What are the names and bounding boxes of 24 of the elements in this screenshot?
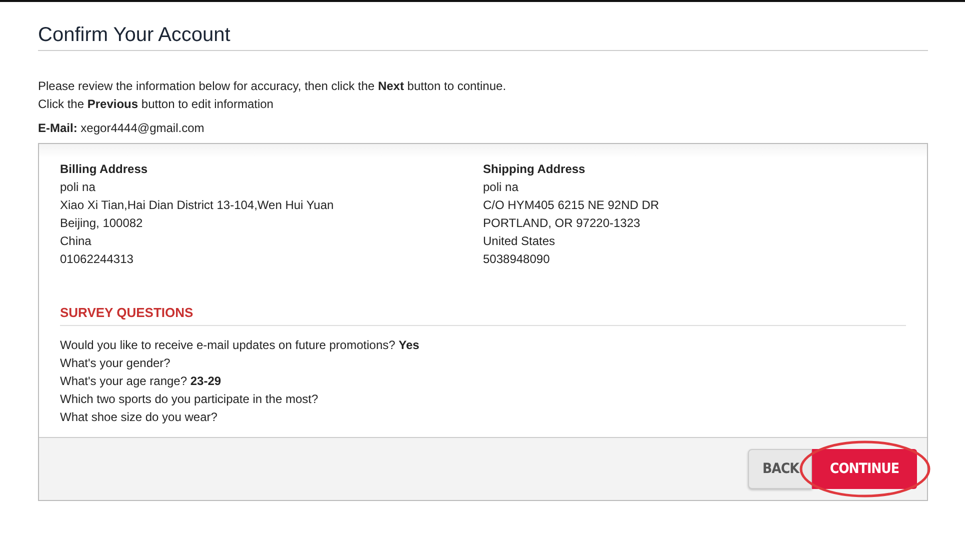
- address-line: poli na: [60, 179, 96, 196]
- survey-question: Would you like to receive e-mail updates on future promotions? Yes: [60, 337, 420, 354]
- address-line: Beijing, 100082: [60, 215, 144, 232]
- email-text: E-Mail: xegor4444@gmail.com: [38, 121, 206, 135]
- survey-question: What's your age range? 23-29: [60, 373, 222, 390]
- address-line: China: [60, 233, 92, 250]
- address-heading: Billing Address: [60, 161, 149, 178]
- page-title: Confirm Your Account: [38, 24, 928, 51]
- instruction-text: Please review the information below for accuracy, then click the Next button to continue.: [38, 78, 508, 95]
- instruction-text: Click the Previous button to edit information: [38, 96, 274, 113]
- address-line: C/O HYM405 6215 NE 92ND DR: [483, 197, 660, 214]
- section-heading: SURVEY QUESTIONS: [60, 305, 906, 326]
- survey-question: Which two sports do you participate in the most?: [60, 391, 320, 408]
- address-heading: Shipping Address: [483, 161, 586, 178]
- address-line: 01062244313: [60, 251, 134, 268]
- address-line: 5038948090: [483, 251, 551, 268]
- address-line: poli na: [483, 179, 520, 196]
- survey-question: What shoe size do you wear?: [60, 409, 218, 426]
- address-line: PORTLAND, OR 97220-1323: [483, 215, 642, 232]
- back-button[interactable]: BACK: [748, 449, 812, 489]
- address-line: Xiao Xi Tian,Hai Dian District 13-104,Wen Hui Yuan: [60, 197, 335, 214]
- survey-question: What's your gender?: [60, 355, 172, 372]
- continue-button[interactable]: CONTINUE: [812, 449, 917, 489]
- address-line: United States: [483, 233, 556, 250]
